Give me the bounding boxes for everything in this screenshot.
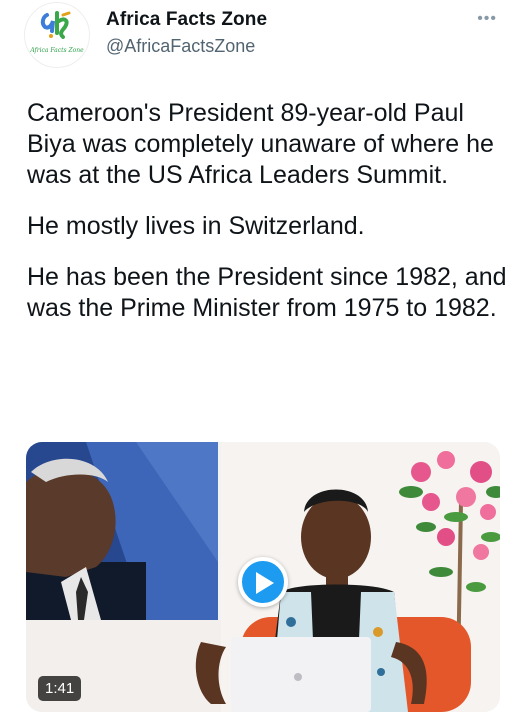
play-icon	[256, 572, 274, 594]
tweet-text: Cameroon's President 89-year-old Paul Bi…	[27, 98, 507, 344]
avatar-caption: Africa Facts Zone	[30, 47, 84, 54]
video-duration-badge: 1:41	[38, 676, 82, 701]
play-button[interactable]	[238, 557, 288, 607]
africa-facts-zone-logo-icon	[40, 11, 71, 39]
tweet-paragraph: He mostly lives in Switzerland.	[27, 212, 365, 240]
tweet-paragraph: Cameroon's President 89-year-old Paul Bi…	[27, 99, 494, 189]
author-name[interactable]: Africa Facts Zone	[106, 9, 267, 31]
author-handle[interactable]: @AfricaFactsZone	[106, 36, 255, 57]
tweet-paragraph: He has been the President since 1982, an…	[27, 263, 507, 322]
avatar[interactable]: Africa Facts Zone	[24, 2, 90, 68]
more-dots-icon[interactable]: •••	[477, 10, 497, 28]
